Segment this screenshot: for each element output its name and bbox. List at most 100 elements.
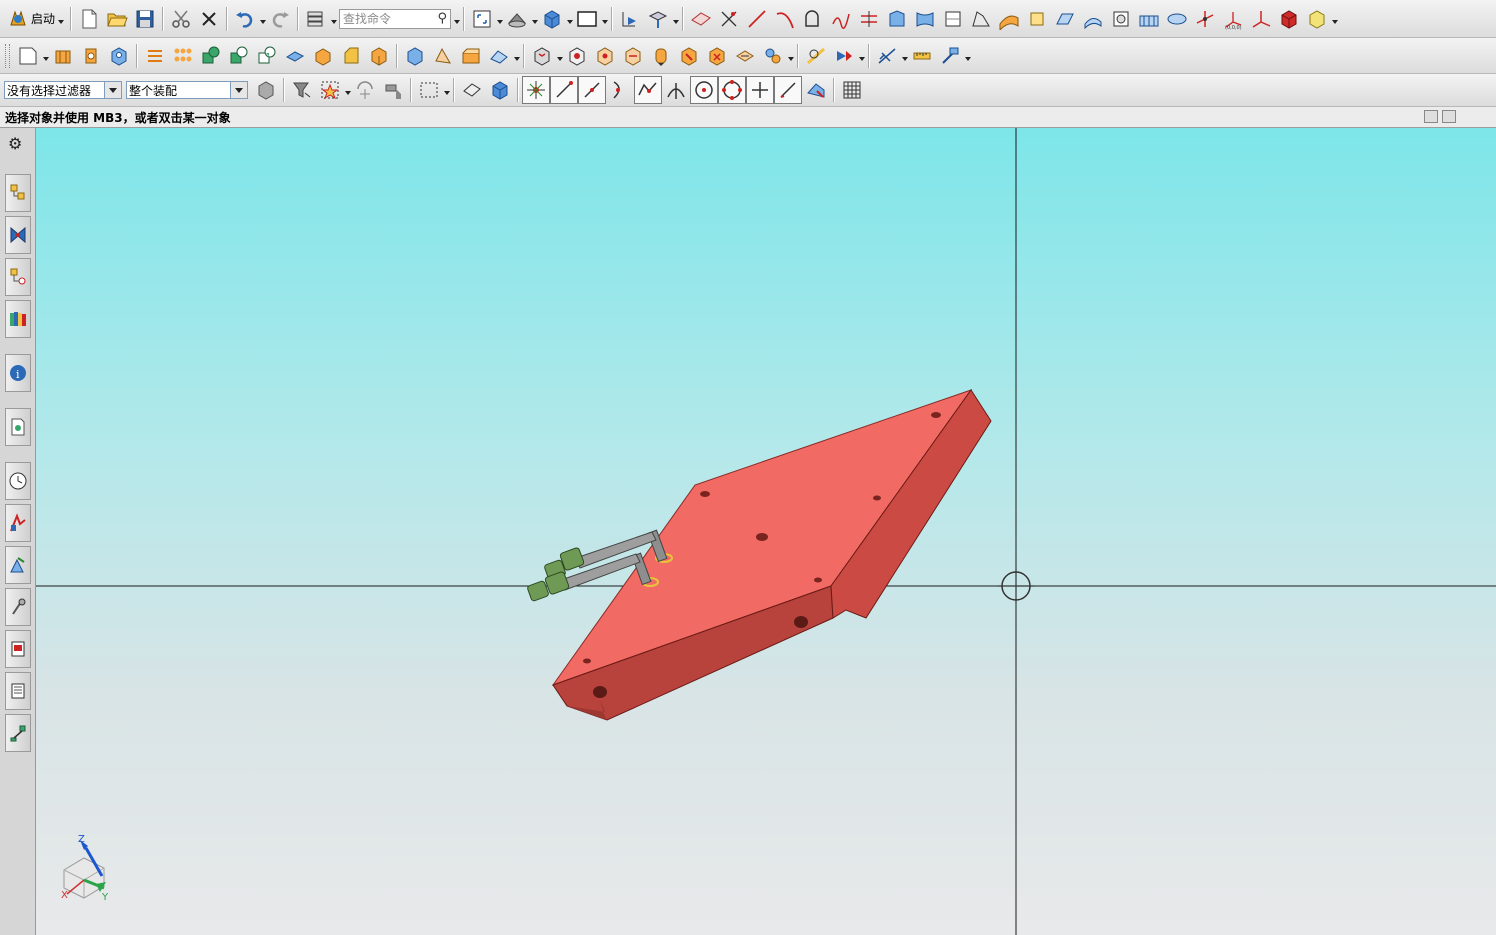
system-materials-button[interactable] — [5, 504, 31, 542]
explode-icon[interactable] — [647, 42, 675, 70]
through-curves-icon[interactable] — [995, 5, 1023, 33]
subtract-icon[interactable] — [225, 42, 253, 70]
offset-surface-icon[interactable] — [1023, 5, 1051, 33]
pad-icon[interactable] — [457, 42, 485, 70]
mesh-surface-icon[interactable] — [1079, 5, 1107, 33]
new-file-icon[interactable] — [75, 5, 103, 33]
blend-icon[interactable] — [365, 42, 393, 70]
surface-icon[interactable] — [911, 5, 939, 33]
start-dropdown-icon[interactable] — [57, 5, 64, 33]
selection-scope-dropdown[interactable]: 整个装配 — [126, 81, 248, 99]
grid-icon[interactable] — [838, 76, 866, 104]
tube-icon[interactable] — [1107, 5, 1135, 33]
project-curve-icon[interactable] — [855, 5, 883, 33]
trim-body-icon[interactable] — [281, 42, 309, 70]
cube-view-icon[interactable] — [538, 5, 566, 33]
point-icon[interactable] — [715, 5, 743, 33]
undo-dropdown-icon[interactable] — [259, 5, 266, 33]
wave-icon[interactable] — [936, 42, 964, 70]
rectangle-select-icon[interactable] — [415, 76, 443, 104]
rectangle-view-dropdown-icon[interactable] — [601, 5, 608, 33]
pattern-icon[interactable] — [141, 42, 169, 70]
analysis-icon[interactable] — [802, 42, 830, 70]
selection-scope-chevron-icon[interactable] — [230, 82, 247, 98]
swept-icon[interactable] — [939, 5, 967, 33]
cut-icon[interactable] — [167, 5, 195, 33]
body-select-icon[interactable] — [486, 76, 514, 104]
sheet-body-icon[interactable] — [485, 42, 513, 70]
history-clock-button[interactable] — [5, 462, 31, 500]
gear-icon[interactable]: ⚙ — [8, 134, 22, 153]
tape-measure-icon[interactable] — [908, 42, 936, 70]
process-studio-button[interactable] — [5, 546, 31, 584]
measure-angle-icon[interactable] — [759, 42, 787, 70]
maximize-window-icon[interactable] — [1442, 110, 1456, 123]
assembly-navigator-button[interactable] — [5, 174, 31, 212]
point-on-curve-icon[interactable] — [774, 76, 802, 104]
deselect-icon[interactable] — [379, 76, 407, 104]
snap-icon[interactable] — [351, 76, 379, 104]
wave-dropdown-icon[interactable] — [964, 42, 971, 70]
measure-ruler-dropdown-icon[interactable] — [901, 42, 908, 70]
simulation-dropdown-icon[interactable] — [858, 42, 865, 70]
measure-distance-icon[interactable] — [731, 42, 759, 70]
solid-box-icon[interactable] — [1275, 5, 1303, 33]
redo-icon[interactable] — [266, 5, 294, 33]
sew-icon[interactable] — [1051, 5, 1079, 33]
measure-dropdown-icon[interactable] — [787, 42, 794, 70]
revolve-icon[interactable] — [77, 42, 105, 70]
filter-funnel-icon[interactable] — [288, 76, 316, 104]
sheet-body-dropdown-icon[interactable] — [513, 42, 520, 70]
coordinate-origin-icon[interactable]: (0,0,0) — [1219, 5, 1247, 33]
wcs-icon[interactable] — [1163, 5, 1191, 33]
delete-icon[interactable] — [195, 5, 223, 33]
snap-view-dropdown-icon[interactable] — [672, 5, 679, 33]
add-component-icon[interactable] — [563, 42, 591, 70]
new-part-icon[interactable] — [14, 42, 42, 70]
quadrant-icon[interactable] — [718, 76, 746, 104]
existing-point-icon[interactable] — [746, 76, 774, 104]
offset-face-icon[interactable] — [309, 42, 337, 70]
layer-dropdown-icon[interactable] — [330, 5, 337, 33]
cube-view-dropdown-icon[interactable] — [566, 5, 573, 33]
layer-settings-icon[interactable] — [302, 5, 330, 33]
datum-plane-icon[interactable] — [687, 5, 715, 33]
constraint-navigator-button[interactable] — [5, 216, 31, 254]
render-style-dropdown-icon[interactable] — [531, 5, 538, 33]
extrude-curve-icon[interactable] — [883, 5, 911, 33]
tree-icon[interactable] — [1135, 5, 1163, 33]
point-on-face-icon[interactable] — [802, 76, 830, 104]
ruled-icon[interactable] — [967, 5, 995, 33]
model-scene[interactable] — [36, 128, 1496, 935]
command-finder-input[interactable]: 查找命令 ⚲ — [339, 8, 452, 29]
render-style-icon[interactable] — [503, 5, 531, 33]
roles-button[interactable] — [5, 630, 31, 668]
assembly-icon[interactable] — [528, 42, 556, 70]
mate-icon[interactable] — [591, 42, 619, 70]
rectangle-select-dropdown-icon[interactable] — [443, 76, 450, 104]
feature-dropdown-icon[interactable] — [1331, 5, 1338, 33]
select-all-dropdown-icon[interactable] — [344, 76, 351, 104]
assembly-dropdown-icon[interactable] — [556, 42, 563, 70]
curve-on-curve-icon[interactable] — [634, 76, 662, 104]
type-filter-chevron-icon[interactable] — [104, 82, 121, 98]
select-all-icon[interactable] — [316, 76, 344, 104]
rectangle-view-icon[interactable] — [573, 5, 601, 33]
hole-icon[interactable] — [105, 42, 133, 70]
mold-plate[interactable] — [551, 389, 992, 721]
system-scenes-button[interactable] — [5, 672, 31, 710]
search-icon[interactable]: ⚲ — [437, 11, 447, 26]
move-component-icon[interactable] — [619, 42, 647, 70]
open-folder-icon[interactable] — [103, 5, 131, 33]
history-button[interactable] — [5, 408, 31, 446]
shell-icon[interactable] — [401, 42, 429, 70]
draft-icon[interactable] — [429, 42, 457, 70]
reuse-library-button[interactable] — [5, 300, 31, 338]
intersect-icon[interactable] — [253, 42, 281, 70]
general-filter-icon[interactable] — [252, 76, 280, 104]
array-icon[interactable] — [169, 42, 197, 70]
hd3d-tools-button[interactable] — [5, 714, 31, 752]
restore-window-icon[interactable] — [1424, 110, 1438, 123]
type-filter-dropdown[interactable]: 没有选择过滤器 — [4, 81, 122, 99]
datum-csys-icon[interactable] — [1247, 5, 1275, 33]
